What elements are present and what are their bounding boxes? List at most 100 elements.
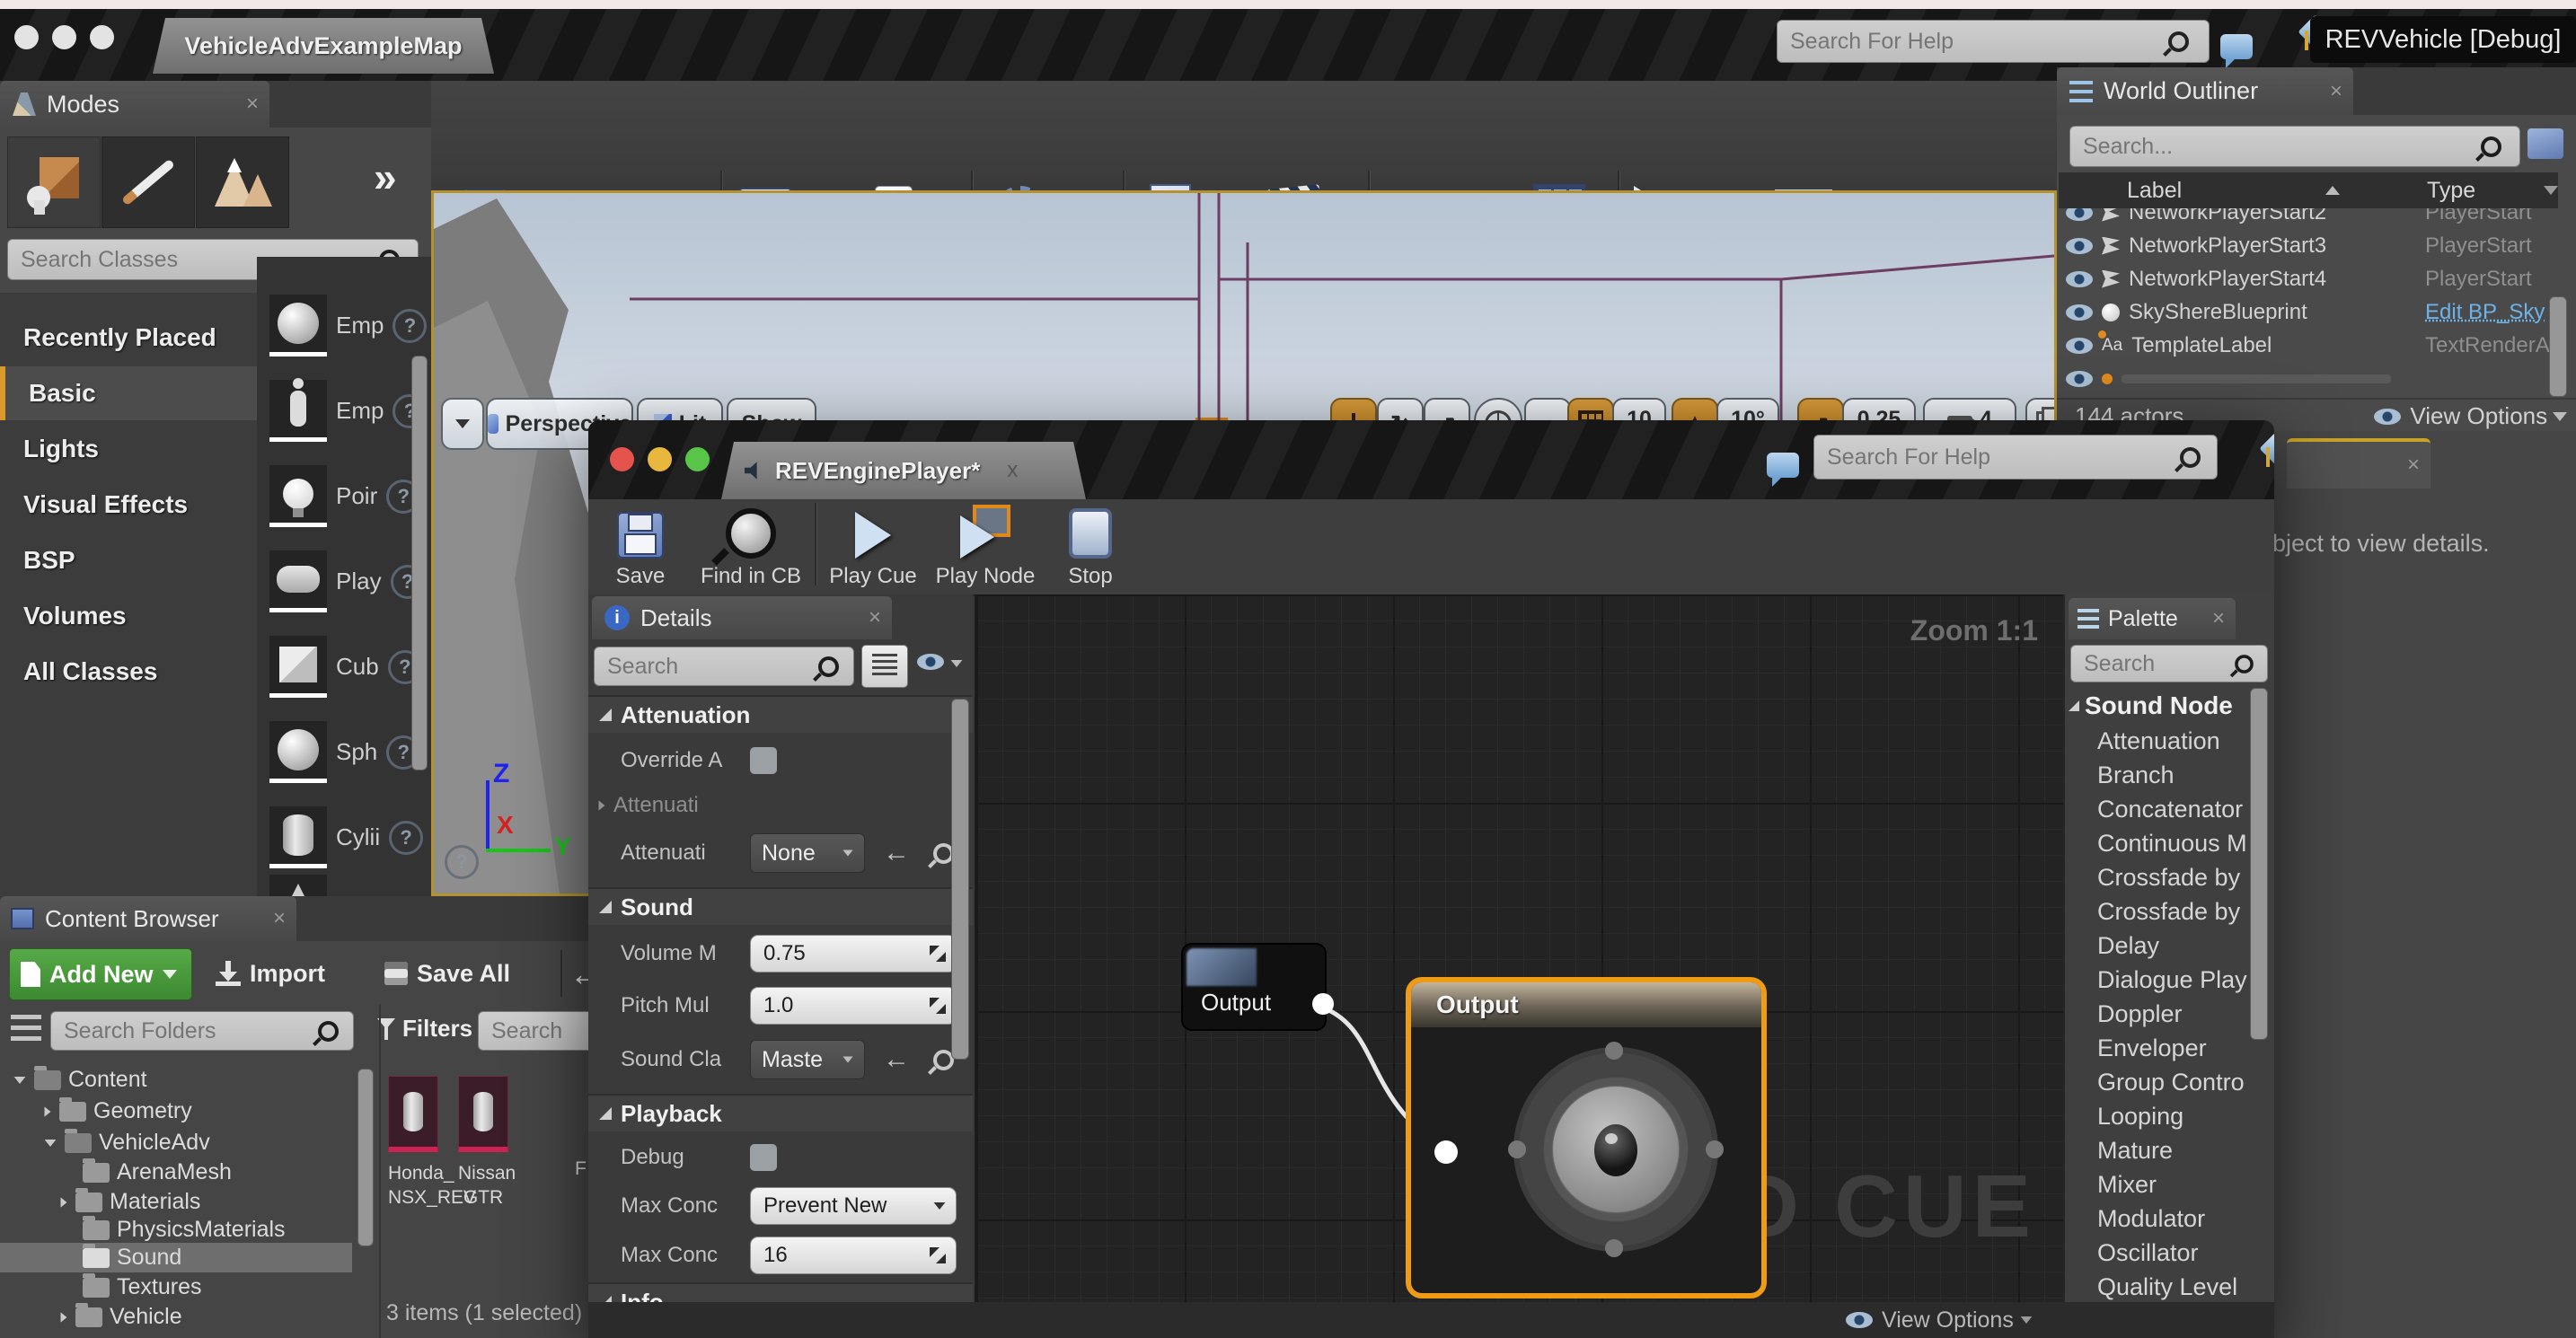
- content-browser-close-icon[interactable]: ×: [262, 906, 296, 931]
- play-cue-button[interactable]: Play Cue: [824, 499, 922, 589]
- find-in-cb-button[interactable]: Find in CB: [693, 499, 809, 589]
- property-matrix-button[interactable]: [861, 645, 908, 688]
- sound-node-group-header[interactable]: Sound Node: [2069, 691, 2233, 720]
- sound-class-dropdown[interactable]: Maste: [750, 1040, 865, 1079]
- expand-icon[interactable]: [45, 1140, 57, 1147]
- tree-item-textures[interactable]: Textures: [0, 1272, 352, 1302]
- visibility-eye-icon[interactable]: [2066, 208, 2093, 221]
- new-folder-icon[interactable]: [2527, 128, 2563, 159]
- palette-item[interactable]: Delay: [2097, 932, 2159, 960]
- list-item[interactable]: Sph ?: [269, 721, 420, 783]
- list-item[interactable]: Con: [269, 875, 379, 898]
- add-new-button[interactable]: Add New: [9, 948, 192, 1000]
- sc-details-scrollbar[interactable]: [951, 699, 969, 1060]
- main-details-tab[interactable]: ×: [2287, 438, 2430, 489]
- visibility-eye-icon[interactable]: [2066, 338, 2093, 354]
- type-filter-icon[interactable]: [2544, 186, 2558, 195]
- sound-section-header[interactable]: Sound: [588, 887, 973, 925]
- outliner-search-input[interactable]: Search...: [2069, 126, 2520, 167]
- list-item[interactable]: Cylii ?: [269, 806, 423, 868]
- expand-icon[interactable]: [61, 1197, 67, 1207]
- table-row[interactable]: NetworkPlayerStart3 PlayerStart: [2059, 229, 2547, 262]
- graph-view-options-button[interactable]: View Options: [1882, 1307, 2014, 1334]
- table-row[interactable]: Aa TemplateLabel TextRenderA: [2059, 329, 2547, 362]
- chevron-down-icon[interactable]: [951, 660, 963, 667]
- expand-icon[interactable]: [14, 1077, 26, 1084]
- traffic-light-minimize-button[interactable]: [648, 447, 672, 471]
- category-visual-effects[interactable]: Visual Effects: [0, 478, 257, 532]
- category-recently-placed[interactable]: Recently Placed: [0, 311, 257, 365]
- input-pin-icon[interactable]: [1434, 1140, 1458, 1164]
- sc-details-close-icon[interactable]: ×: [858, 605, 892, 630]
- tab-close-icon[interactable]: x: [1007, 458, 1018, 483]
- override-attenuation-checkbox[interactable]: [750, 747, 777, 774]
- debug-checkbox[interactable]: [750, 1144, 777, 1171]
- sound-cue-graph[interactable]: Zoom 1:1 SOUND CUE Output Output: [975, 594, 2063, 1302]
- details-close-icon[interactable]: ×: [2396, 453, 2430, 478]
- outliner-close-icon[interactable]: ×: [2319, 79, 2353, 104]
- visibility-eye-icon[interactable]: [2066, 238, 2093, 254]
- category-lights[interactable]: Lights: [0, 422, 257, 476]
- modes-expand-chevrons[interactable]: »: [374, 153, 397, 201]
- help-badge-icon[interactable]: ?: [393, 309, 427, 343]
- viewport-help-icon[interactable]: ?: [445, 845, 479, 879]
- attenuation-settings-dropdown[interactable]: None: [750, 833, 865, 873]
- map-tab[interactable]: VehicleAdvExampleMap: [153, 18, 494, 74]
- palette-item[interactable]: Enveloper: [2097, 1034, 2207, 1062]
- list-item[interactable]: Emp ?: [269, 380, 427, 442]
- palette-item[interactable]: Attenuation: [2097, 727, 2220, 755]
- stop-button[interactable]: Stop: [1050, 499, 1131, 589]
- search-assets-input[interactable]: Search: [478, 1011, 595, 1051]
- tree-scrollbar[interactable]: [357, 1069, 374, 1246]
- palette-item[interactable]: Looping: [2097, 1103, 2183, 1131]
- palette-close-icon[interactable]: ×: [2201, 606, 2236, 631]
- palette-item[interactable]: Dialogue Play: [2097, 966, 2247, 994]
- list-item[interactable]: Cub ?: [269, 636, 422, 698]
- use-selected-arrow-icon[interactable]: ←: [883, 1044, 910, 1075]
- volume-multiplier-field[interactable]: 0.75: [750, 935, 957, 973]
- tree-item-materials[interactable]: Materials: [0, 1187, 352, 1217]
- search-folders-input[interactable]: Search Folders: [50, 1011, 354, 1051]
- mode-paint-button[interactable]: [101, 136, 195, 228]
- tree-item-physicsmaterials[interactable]: PhysicsMaterials: [0, 1215, 352, 1245]
- category-volumes[interactable]: Volumes: [0, 589, 257, 643]
- help-search-input[interactable]: Search For Help: [1777, 20, 2210, 63]
- traffic-light-minimize-button[interactable]: [52, 25, 76, 49]
- output-node[interactable]: Output: [1406, 977, 1767, 1298]
- category-all-classes[interactable]: All Classes: [0, 645, 257, 699]
- sound-help-search-input[interactable]: Search For Help: [1813, 435, 2218, 480]
- outliner-scrollbar[interactable]: [2549, 296, 2567, 397]
- pitch-multiplier-field[interactable]: 1.0: [750, 987, 957, 1025]
- asset-tile-nissan[interactable]: Nissan GTR: [458, 1076, 508, 1194]
- viewport-options-button[interactable]: [441, 398, 484, 450]
- table-row[interactable]: NetworkPlayerStart4 PlayerStart: [2059, 262, 2547, 295]
- palette-scrollbar[interactable]: [2250, 688, 2268, 1040]
- palette-item[interactable]: Group Contro: [2097, 1069, 2245, 1096]
- modes-close-icon[interactable]: ×: [235, 92, 269, 117]
- table-row[interactable]: NetworkPlayerStart2 PlayerStart: [2059, 208, 2547, 229]
- palette-item[interactable]: Concatenator: [2097, 796, 2243, 823]
- sc-details-tab[interactable]: i Details ×: [592, 596, 892, 639]
- sc-save-button[interactable]: Save: [597, 499, 684, 589]
- visibility-eye-icon[interactable]: [2066, 271, 2093, 287]
- feedback-bubble-icon[interactable]: [1767, 453, 1799, 478]
- palette-item[interactable]: Branch: [2097, 761, 2175, 789]
- expand-icon[interactable]: [61, 1312, 67, 1322]
- label-column-header[interactable]: Label: [2127, 178, 2182, 204]
- expand-icon[interactable]: [599, 800, 605, 810]
- output-pin-icon[interactable]: [1312, 993, 1334, 1015]
- list-item[interactable]: Play ?: [269, 550, 425, 612]
- content-browser-tab[interactable]: Content Browser ×: [0, 896, 296, 941]
- tree-item-vehicleadv[interactable]: VehicleAdv: [0, 1128, 352, 1158]
- tree-item-vehicle[interactable]: Vehicle: [0, 1302, 352, 1332]
- palette-item[interactable]: Doppler: [2097, 1000, 2183, 1028]
- palette-item[interactable]: Quality Level: [2097, 1273, 2237, 1301]
- save-all-button[interactable]: Save All: [384, 948, 555, 999]
- visibility-eye-icon[interactable]: [2066, 304, 2093, 321]
- tree-item-sound[interactable]: Sound: [0, 1243, 352, 1272]
- visibility-eye-icon[interactable]: [2066, 371, 2093, 387]
- import-button[interactable]: Import: [216, 948, 368, 999]
- palette-item[interactable]: Crossfade by: [2097, 898, 2240, 926]
- feedback-bubble-icon[interactable]: [2220, 34, 2253, 59]
- tree-item-arenamesh[interactable]: ArenaMesh: [0, 1158, 352, 1187]
